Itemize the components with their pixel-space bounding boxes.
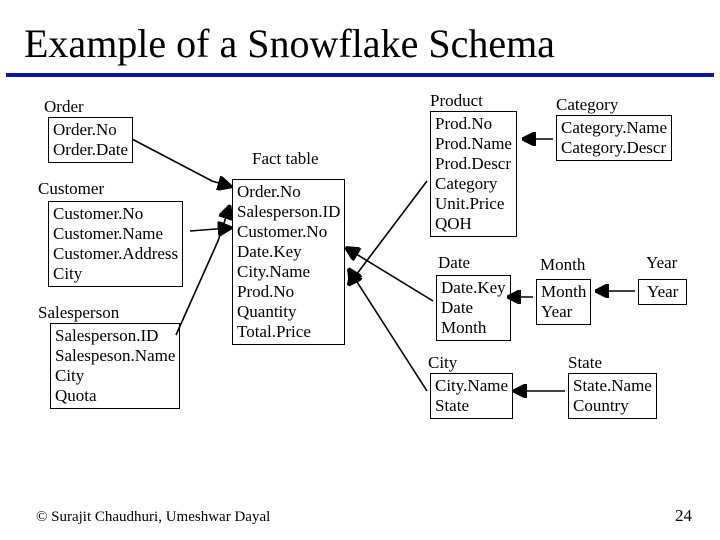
page-title: Example of a Snowflake Schema [0,0,720,73]
diagram-canvas: Order Order.No Order.Date Customer Custo… [0,91,720,511]
page-number: 24 [675,506,692,526]
footer-credit: © Surajit Chaudhuri, Umeshwar Dayal [36,509,270,526]
arrows [0,91,720,511]
title-underline [6,73,714,77]
